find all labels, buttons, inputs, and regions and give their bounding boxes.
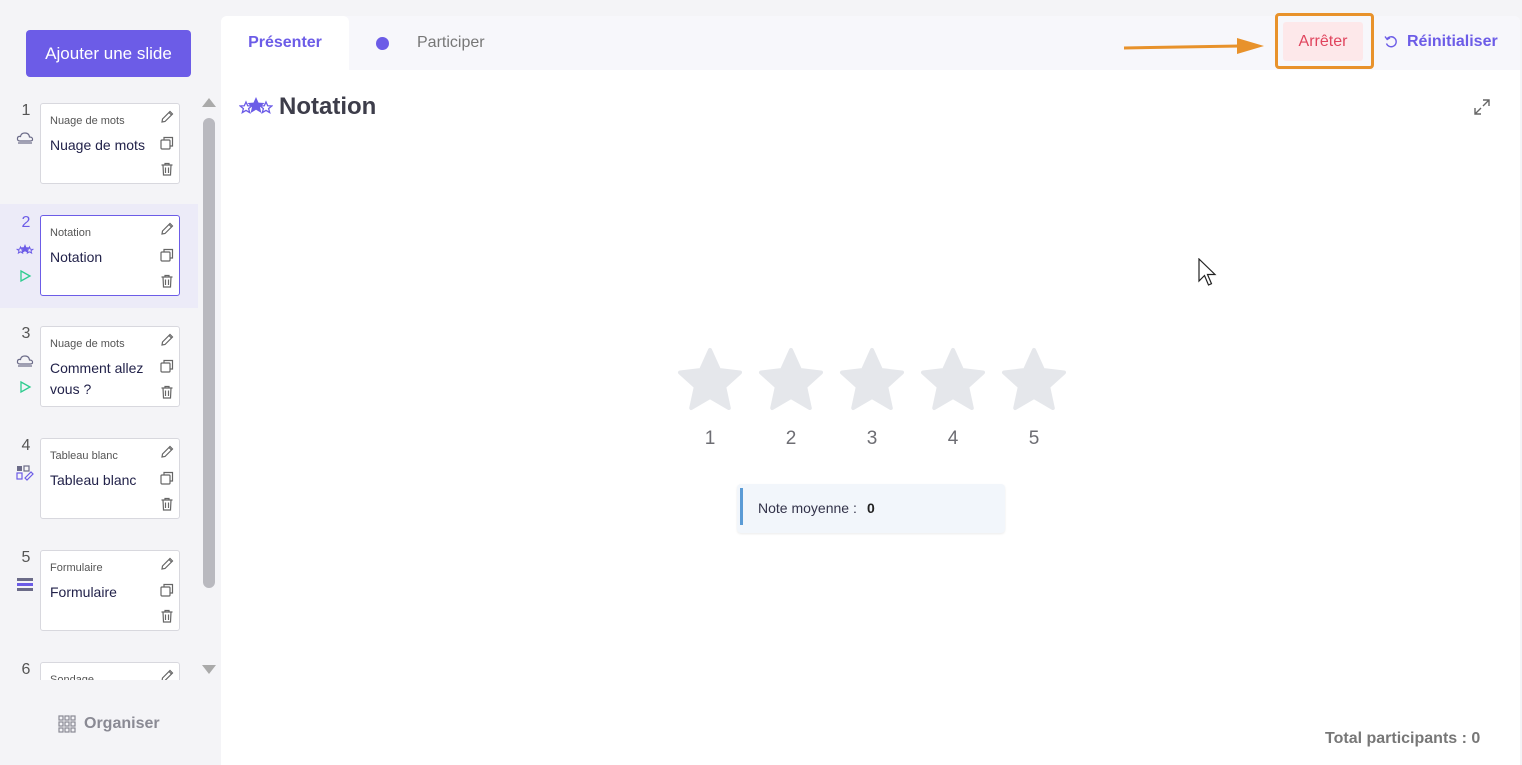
duplicate-icon[interactable] [159,247,175,263]
cloud-icon [16,132,34,144]
star-icon [1002,348,1066,410]
stop-button[interactable]: Arrêter [1283,22,1363,61]
organise-button[interactable]: Organiser [58,712,160,736]
reset-label: Réinitialiser [1407,33,1498,50]
slide-item[interactable]: 5 Formulaire Formulaire [0,539,198,643]
slide-card[interactable]: Notation Notation [40,215,180,296]
play-icon [20,269,32,283]
scrollbar-thumb[interactable] [203,118,215,588]
star-option[interactable]: 3 [837,346,907,456]
stars-icon [16,244,34,255]
average-value: 0 [867,500,875,516]
slide-type-label: Nuage de mots [50,338,125,350]
slide-type-label: Sondage [50,674,95,680]
star-label: 5 [1028,428,1040,449]
delete-icon[interactable] [159,496,175,512]
edit-icon[interactable] [159,444,175,460]
accent-bar [740,488,743,525]
scroll-up-arrow[interactable] [202,98,216,107]
star-label: 3 [866,428,878,449]
edit-icon[interactable] [159,556,175,572]
edit-icon[interactable] [159,332,175,348]
slide-list: 1 Nuage de mots Nuage de mots 2 Notation… [0,92,198,680]
slide-card[interactable]: Sondage [40,662,180,680]
page-title: Notation [279,93,377,120]
star-option[interactable]: 1 [675,346,745,456]
whiteboard-icon [16,465,34,481]
tab-participate-label: Participer [417,34,485,51]
sidebar: Ajouter une slide 1 Nuage de mots Nuage … [0,0,220,765]
slide-card[interactable]: Nuage de mots Comment allez vous ? [40,326,180,407]
slide-title: Nuage de mots [50,137,145,153]
star-icon [759,348,823,410]
star-icon [840,348,904,410]
main-panel: Présenter Participer Arrêter Réinitialis… [221,13,1520,765]
slide-number: 3 [21,325,31,342]
delete-icon[interactable] [159,608,175,624]
delete-icon[interactable] [159,273,175,289]
play-icon [20,380,32,394]
expand-icon[interactable] [1473,98,1491,116]
slide-type-label: Tableau blanc [50,450,118,462]
slide-title: Notation [50,249,103,265]
tab-participate[interactable]: Participer [376,16,485,70]
edit-icon[interactable] [159,221,175,237]
slide-number: 5 [21,549,31,566]
star-label: 2 [785,428,797,449]
duplicate-icon[interactable] [159,582,175,598]
slide-title: Comment allez vous ? [50,360,144,397]
duplicate-icon[interactable] [159,470,175,486]
average-label: Note moyenne : [758,500,857,516]
slide-heading: Notation [239,92,376,122]
tab-present[interactable]: Présenter [221,16,349,70]
slide-type-label: Notation [50,227,91,239]
star-option[interactable]: 4 [918,346,988,456]
add-slide-button[interactable]: Ajouter une slide [26,30,191,77]
slide-type-label: Formulaire [50,562,103,574]
duplicate-icon[interactable] [159,358,175,374]
duplicate-icon[interactable] [159,135,175,151]
annotation-arrow-icon [1123,38,1264,54]
grid-icon [58,715,76,733]
slide-type-label: Nuage de mots [50,115,125,127]
total-participants: Total participants : 0 [1325,730,1481,747]
star-label: 1 [704,428,716,449]
slide-title: Formulaire [50,584,117,600]
edit-icon[interactable] [159,109,175,125]
slide-card[interactable]: Tableau blanc Tableau blanc [40,438,180,519]
delete-icon[interactable] [159,161,175,177]
average-rating-box: Note moyenne : 0 [737,484,1005,533]
slide-title: Tableau blanc [50,472,137,488]
scroll-down-arrow[interactable] [202,665,216,674]
delete-icon[interactable] [159,384,175,400]
slide-item-active[interactable]: 2 Notation Notation [0,204,198,308]
star-label: 4 [947,428,959,449]
edit-icon[interactable] [159,668,175,680]
mouse-cursor-icon [1198,258,1217,286]
live-dot-icon [376,36,389,50]
slide-number: 1 [21,102,31,119]
star-icon [921,348,985,410]
slide-item[interactable]: 1 Nuage de mots Nuage de mots [0,92,198,196]
form-icon [17,578,33,591]
reset-button[interactable]: Réinitialiser [1384,30,1498,54]
slide-item[interactable]: 3 Nuage de mots Comment allez vous ? [0,315,198,419]
slide-item[interactable]: 6 Sondage [0,651,198,680]
slide-item[interactable]: 4 Tableau blanc Tableau blanc [0,427,198,531]
star-icon [678,348,742,410]
cloud-icon [16,355,34,367]
stars-icon [239,97,273,114]
slide-card[interactable]: Nuage de mots Nuage de mots [40,103,180,184]
slide-number: 4 [21,437,31,454]
organise-label: Organiser [84,715,160,732]
star-option[interactable]: 2 [756,346,826,456]
slide-number: 6 [21,661,31,678]
star-option[interactable]: 5 [999,346,1069,456]
reset-icon [1384,36,1397,48]
slide-card[interactable]: Formulaire Formulaire [40,550,180,631]
slide-number: 2 [21,214,31,231]
rating-stars: 1 2 3 4 5 [675,346,1071,456]
